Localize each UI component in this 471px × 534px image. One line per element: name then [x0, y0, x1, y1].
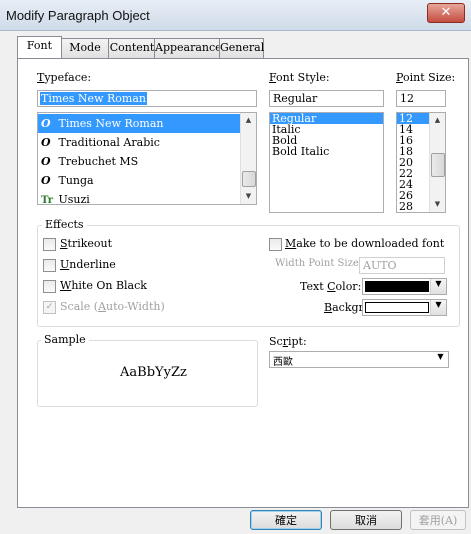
scroll-down-icon[interactable]: ▼	[430, 197, 445, 212]
window-title: Modify Paragraph Object	[6, 8, 150, 23]
font-style-label: Font Style:	[269, 71, 330, 84]
font-style-list[interactable]: Regular Italic Bold Bold Italic	[269, 112, 384, 213]
scroll-down-icon[interactable]: ▼	[241, 189, 256, 204]
typeface-input[interactable]: Times New Roman	[37, 90, 257, 107]
typeface-label: Typeface:	[37, 71, 92, 84]
tab-general[interactable]: General	[219, 38, 264, 58]
list-item[interactable]: Tr Usuzi	[38, 190, 90, 205]
width-point-size-label: Width Point Size:	[275, 258, 363, 269]
text-color-dropdown[interactable]: ▼	[362, 278, 447, 295]
close-button[interactable]: ✕	[427, 3, 465, 23]
script-label: Script:	[269, 335, 307, 348]
sample-text: AaBbYyZz	[120, 365, 187, 380]
width-point-size-input: AUTO	[359, 257, 445, 274]
scroll-up-icon[interactable]: ▲	[241, 113, 256, 128]
background-color-swatch	[365, 302, 429, 313]
scale-label: Scale (Auto-Width)	[60, 300, 165, 313]
scale-checkbox[interactable]: ✓	[43, 301, 56, 314]
text-color-label: Text Color:	[300, 280, 362, 293]
scroll-thumb[interactable]	[242, 171, 256, 187]
list-item[interactable]: O Trebuchet MS	[38, 152, 138, 171]
point-size-input-value: 12	[400, 92, 414, 105]
opentype-icon: O	[41, 174, 51, 187]
list-item[interactable]: O Traditional Arabic	[38, 133, 160, 152]
typeface-scrollbar[interactable]: ▲ ▼	[240, 113, 256, 204]
ok-button[interactable]: 確定	[250, 510, 322, 530]
sample-title: Sample	[41, 333, 89, 346]
apply-button[interactable]: 套用(A)	[410, 510, 466, 530]
point-size-list[interactable]: 12 14 16 18 20 22 24 26 28 ▲ ▼	[396, 112, 446, 213]
point-size-scrollbar[interactable]: ▲ ▼	[429, 113, 445, 212]
download-font-label: Make to be downloaded font	[285, 237, 445, 250]
underline-checkbox[interactable]	[43, 259, 56, 272]
white-on-black-checkbox[interactable]	[43, 280, 56, 293]
point-size-input[interactable]: 12	[396, 90, 446, 107]
tab-content[interactable]: Content	[108, 38, 156, 58]
effects-title: Effects	[42, 218, 87, 231]
list-item[interactable]: O Tunga	[38, 171, 94, 190]
opentype-icon: O	[41, 136, 51, 149]
script-value: 西歐	[273, 357, 293, 368]
point-size-label: Point Size:	[396, 71, 456, 84]
strikeout-checkbox[interactable]	[43, 238, 56, 251]
strikeout-label: Strikeout	[60, 237, 113, 250]
download-font-checkbox[interactable]	[269, 238, 282, 251]
text-color-swatch	[365, 281, 429, 292]
background-color-dropdown[interactable]: ▼	[362, 299, 447, 316]
typeface-input-value: Times New Roman	[40, 92, 147, 105]
width-point-size-value: AUTO	[363, 259, 397, 272]
tab-font[interactable]: Font	[17, 36, 62, 58]
close-icon: ✕	[440, 5, 452, 20]
script-dropdown[interactable]: 西歐 ▼	[269, 351, 449, 368]
truetype-icon: Tr	[41, 195, 53, 205]
list-item[interactable]: Bold Italic	[270, 146, 329, 157]
typeface-list[interactable]: O Times New Roman O Traditional Arabic O…	[37, 112, 257, 205]
scroll-thumb[interactable]	[431, 153, 445, 177]
chevron-down-icon[interactable]: ▼	[433, 352, 448, 367]
tab-appearance[interactable]: Appearance	[154, 38, 222, 58]
font-tab-panel: Typeface: Times New Roman O Times New Ro…	[17, 58, 469, 508]
font-style-input-value: Regular	[273, 92, 318, 105]
cancel-button[interactable]: 取消	[330, 510, 402, 530]
underline-label: Underline	[60, 258, 116, 271]
tab-mode[interactable]: Mode	[60, 38, 110, 58]
title-bar: Modify Paragraph Object ✕	[0, 0, 471, 31]
white-on-black-label: White On Black	[60, 279, 147, 292]
font-style-input[interactable]: Regular	[269, 90, 384, 107]
opentype-icon: O	[41, 155, 51, 168]
scroll-up-icon[interactable]: ▲	[430, 113, 445, 128]
chevron-down-icon[interactable]: ▼	[430, 300, 446, 315]
chevron-down-icon[interactable]: ▼	[430, 279, 446, 294]
list-item[interactable]: O Times New Roman	[38, 114, 241, 133]
opentype-icon: O	[41, 117, 51, 130]
list-item[interactable]: 28	[397, 201, 413, 212]
